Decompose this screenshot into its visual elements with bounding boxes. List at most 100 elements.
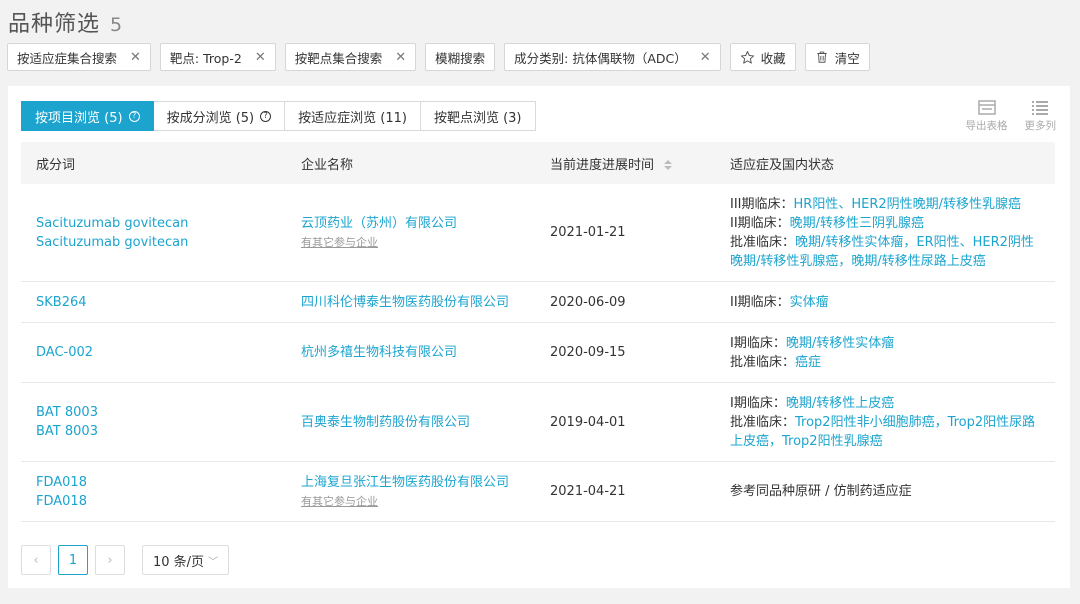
indication-cell: II期临床：实体瘤 [715,293,1055,312]
close-icon[interactable]: ✕ [700,50,711,65]
page-size-value: 10 条/页 [153,554,205,570]
status-line: II期临床：晚期/转移性三阴乳腺癌 [730,214,1045,233]
filter-chip[interactable]: 成分类别: 抗体偶联物（ADC） ✕ [504,43,721,71]
status-line: II期临床：实体瘤 [730,293,1045,312]
help-icon[interactable]: ? [260,110,272,122]
status-label: I期临床： [730,395,786,411]
page-number-button[interactable]: 1 [58,545,88,575]
component-link[interactable]: SKB264 [36,293,286,312]
table-row: SKB264 四川科伦博泰生物医药股份有限公司 2020-06-09 II期临床… [21,282,1055,323]
indication-link[interactable]: 晚期/转移性上皮癌 [786,396,894,411]
indication-cell: I期临床：晚期/转移性实体瘤 批准临床：癌症 [715,334,1055,372]
table-header: 成分词 企业名称 当前进度进展时间 适应症及国内状态 [21,142,1055,184]
more-columns-label: 更多列 [1024,120,1057,132]
view-tabs: 按项目浏览 (5) ? 按成分浏览 (5) ? 按适应症浏览 (11) 按靶点浏… [21,101,536,131]
favorite-label: 收藏 [760,50,786,66]
indication-cell: 参考同品种原研 / 仿制药适应症 [715,482,1055,501]
date-cell: 2019-04-01 [550,414,626,430]
table-tools: 导出表格 更多列 [966,100,1057,133]
component-link[interactable]: DAC-002 [36,343,286,362]
filter-bar: 按适应症集合搜索 ✕ 靶点: Trop-2 ✕ 按靶点集合搜索 ✕ 模糊搜索 成… [7,43,870,71]
status-label: I期临床： [730,335,786,351]
company-link[interactable]: 杭州多禧生物科技有限公司 [301,343,535,362]
component-link[interactable]: BAT 8003 [36,403,286,422]
date-cell: 2021-01-21 [550,225,626,240]
close-icon[interactable]: ✕ [130,50,141,65]
date-cell: 2020-06-09 [550,294,626,310]
filter-chip-label: 靶点: Trop-2 [169,50,242,66]
filter-chip[interactable]: 按适应症集合搜索 ✕ [7,43,151,71]
component-cell: BAT 8003 BAT 8003 [21,403,286,441]
company-link[interactable]: 百奥泰生物制药股份有限公司 [301,413,535,432]
filter-chip[interactable]: 模糊搜索 [425,43,496,71]
clear-label: 清空 [834,50,860,66]
status-label: III期临床： [730,196,794,212]
status-line: I期临床：晚期/转移性上皮癌 [730,394,1045,413]
column-header-label: 当前进度进展时间 [550,157,655,173]
column-header-company: 企业名称 [301,157,354,173]
table-row: Sacituzumab govitecan Sacituzumab govite… [21,184,1055,282]
more-columns-button[interactable]: 更多列 [1024,100,1057,133]
tab-by-component[interactable]: 按成分浏览 (5) ? [153,101,286,131]
indication-link[interactable]: HR阳性、HER2阴性晚期/转移性乳腺癌 [794,197,1021,212]
component-link[interactable]: BAT 8003 [36,422,286,441]
results-panel: 按项目浏览 (5) ? 按成分浏览 (5) ? 按适应症浏览 (11) 按靶点浏… [8,86,1070,588]
sort-icon[interactable] [664,160,673,170]
date-cell: 2020-09-15 [550,345,626,360]
status-label: 批准临床： [730,414,796,430]
column-header-component: 成分词 [36,157,76,173]
table-row: DAC-002 杭州多禧生物科技有限公司 2020-09-15 I期临床：晚期/… [21,323,1055,383]
status-label: 批准临床： [730,234,796,250]
favorite-button[interactable]: 收藏 [729,43,796,71]
indication-link[interactable]: 晚期/转移性三阴乳腺癌 [790,216,924,231]
indication-link[interactable]: 癌症 [795,355,821,370]
tab-label: 按项目浏览 (5) [35,110,123,126]
filter-chip[interactable]: 靶点: Trop-2 ✕ [159,43,276,71]
component-cell: DAC-002 [21,343,286,362]
clear-button[interactable]: 清空 [804,43,870,71]
tab-label: 按成分浏览 (5) [166,110,255,126]
company-cell: 上海复旦张江生物医药股份有限公司 有其它参与企业 [286,473,535,511]
company-link[interactable]: 云顶药业（苏州）有限公司 [301,214,535,233]
next-page-button[interactable]: › [95,545,125,575]
company-link[interactable]: 上海复旦张江生物医药股份有限公司 [301,473,535,492]
other-companies-link[interactable]: 有其它参与企业 [301,233,535,252]
tab-by-project[interactable]: 按项目浏览 (5) ? [21,101,154,131]
company-cell: 四川科伦博泰生物医药股份有限公司 [286,293,535,312]
indication-cell: III期临床：HR阳性、HER2阴性晚期/转移性乳腺癌 II期临床：晚期/转移性… [715,195,1055,271]
column-header-progress-date[interactable]: 当前进度进展时间 [535,154,715,173]
pagination: ‹ 1 › 10 条/页 ﹀ [21,545,230,575]
other-companies-link[interactable]: 有其它参与企业 [301,492,535,511]
component-link[interactable]: Sacituzumab govitecan [36,214,286,233]
close-icon[interactable]: ✕ [395,50,406,65]
component-link[interactable]: FDA018 [36,492,286,511]
component-link[interactable]: FDA018 [36,473,286,492]
prev-page-button[interactable]: ‹ [21,545,51,575]
table-row: BAT 8003 BAT 8003 百奥泰生物制药股份有限公司 2019-04-… [21,383,1055,462]
results-table: 成分词 企业名称 当前进度进展时间 适应症及国内状态 Sacituzumab g… [21,142,1055,535]
filter-chip[interactable]: 按靶点集合搜索 ✕ [284,43,417,71]
company-link[interactable]: 四川科伦博泰生物医药股份有限公司 [301,293,535,312]
tab-label: 按适应症浏览 (11) [298,110,407,126]
page-size-select[interactable]: 10 条/页 ﹀ [142,545,230,575]
tab-by-indication[interactable]: 按适应症浏览 (11) [285,101,421,131]
component-cell: SKB264 [21,293,286,312]
status-label: II期临床： [730,294,790,310]
component-cell: FDA018 FDA018 [21,473,286,511]
indication-link[interactable]: 晚期/转移性实体瘤 [786,336,894,351]
export-table-button[interactable]: 导出表格 [966,100,1008,133]
list-icon [1032,101,1049,115]
close-icon[interactable]: ✕ [255,50,266,65]
status-line: III期临床：HR阳性、HER2阴性晚期/转移性乳腺癌 [730,195,1045,214]
star-icon [740,50,755,65]
help-icon[interactable]: ? [128,110,140,122]
status-line: I期临床：晚期/转移性实体瘤 [730,334,1045,353]
status-line: 参考同品种原研 / 仿制药适应症 [730,484,912,499]
date-cell: 2021-04-21 [550,484,626,499]
component-cell: Sacituzumab govitecan Sacituzumab govite… [21,214,286,252]
indication-link[interactable]: 实体瘤 [790,295,829,310]
company-cell: 杭州多禧生物科技有限公司 [286,343,535,362]
tab-by-target[interactable]: 按靶点浏览 (3) [420,101,536,131]
component-link[interactable]: Sacituzumab govitecan [36,233,286,252]
export-icon [977,100,996,115]
